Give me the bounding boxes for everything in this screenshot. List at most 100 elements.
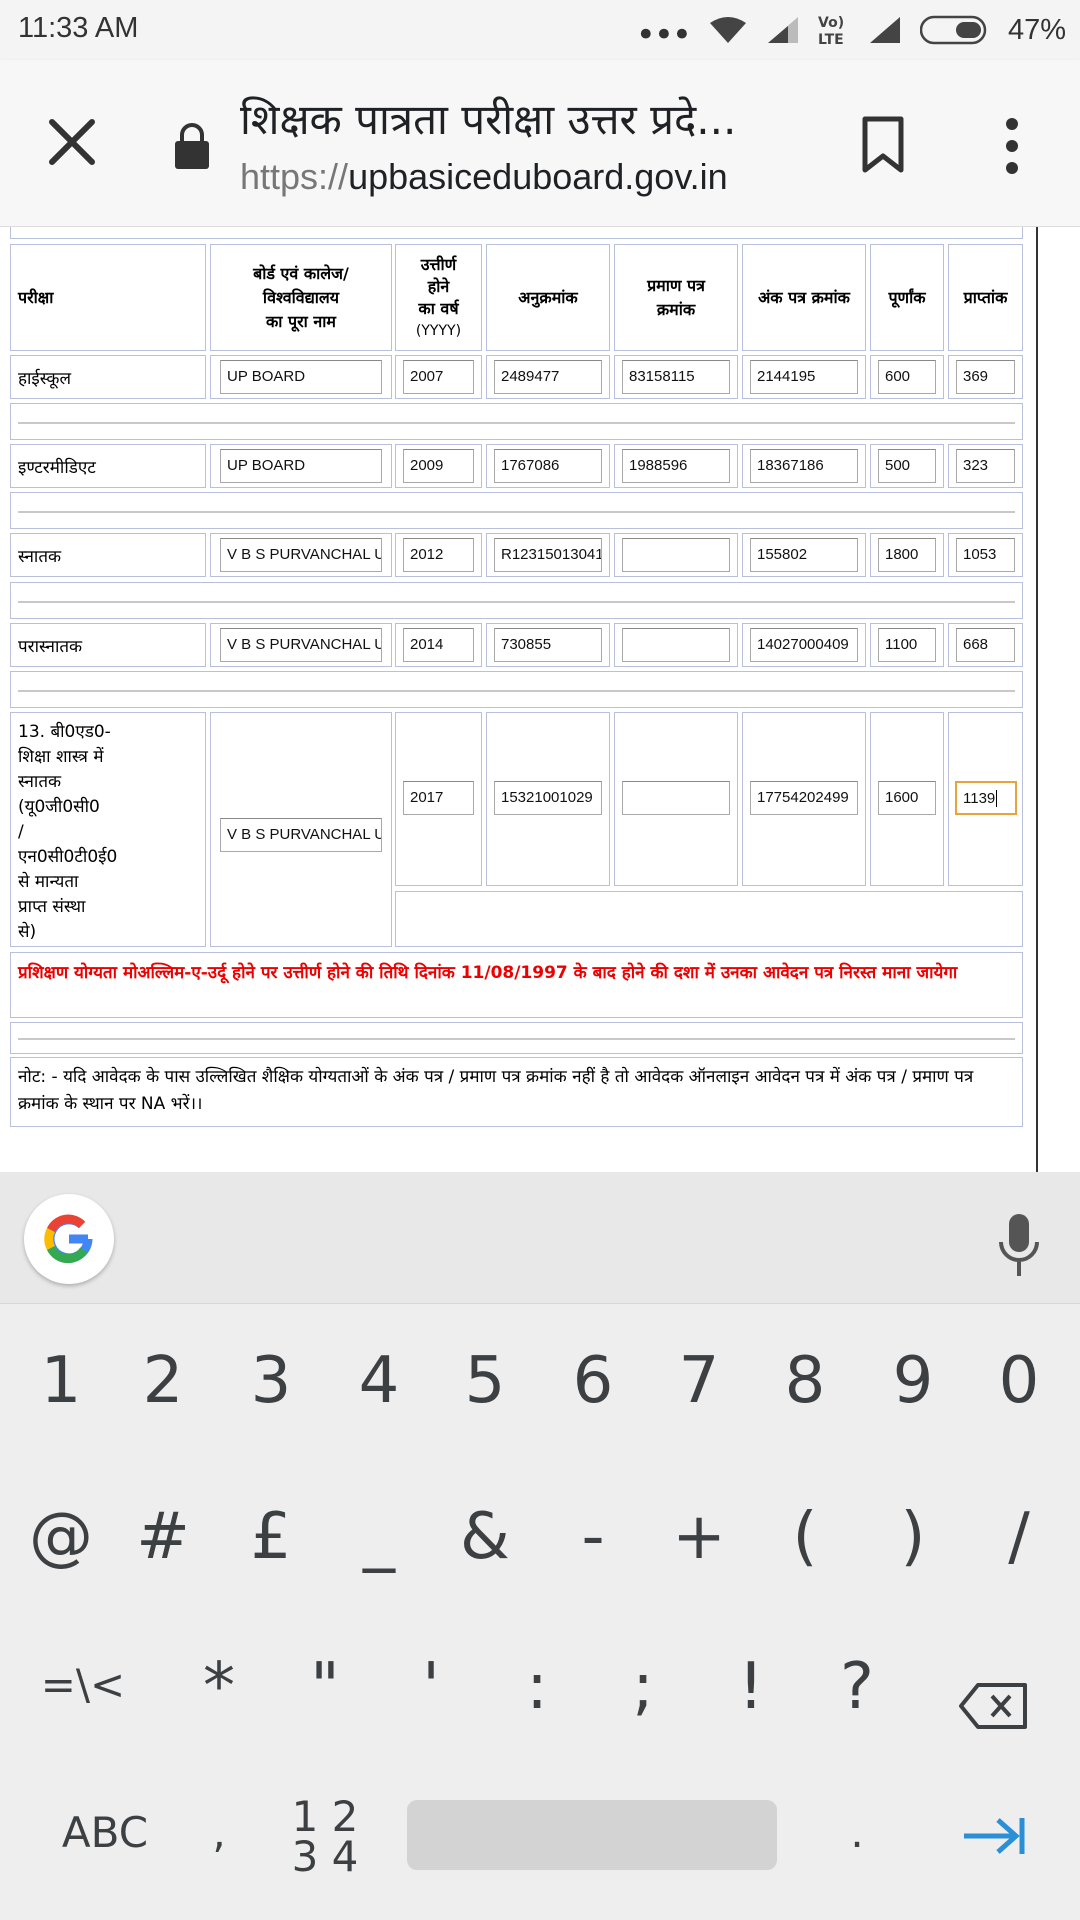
keyboard-suggestion-bar (0, 1172, 1080, 1304)
status-icons: ••• Vo) LTE 47% (636, 10, 1066, 53)
board-cell: UP BOARD (210, 355, 392, 399)
year-input[interactable]: 2014 (403, 628, 474, 662)
total-cell: 600 (870, 355, 944, 399)
key[interactable]: 6 (548, 1344, 638, 1418)
key[interactable]: 7 (654, 1344, 744, 1418)
key[interactable]: 8 (760, 1344, 850, 1418)
bed-cert-input[interactable] (622, 781, 730, 815)
cert-input[interactable] (622, 538, 730, 572)
key[interactable]: ' (386, 1650, 476, 1724)
scroll-edge-line (1036, 227, 1038, 1172)
key[interactable]: ! (706, 1650, 796, 1724)
key[interactable]: @ (16, 1500, 106, 1574)
backspace-icon[interactable] (958, 1682, 1030, 1730)
abc-key[interactable]: ABC (40, 1808, 170, 1857)
marksheet-input[interactable]: 155802 (750, 538, 858, 572)
marksheet-cell: 155802 (742, 533, 866, 577)
space-key[interactable] (407, 1800, 777, 1870)
key[interactable]: _ (334, 1500, 424, 1574)
bed-marksheet-input[interactable]: 17754202499 (750, 781, 858, 815)
period-key[interactable]: . (812, 1808, 902, 1857)
bed-year-input[interactable]: 2017 (403, 781, 474, 815)
key[interactable]: ( (760, 1500, 850, 1574)
bed-total-cell: 1600 (870, 712, 944, 886)
key[interactable]: 0 (974, 1344, 1064, 1418)
board-input[interactable]: UP BOARD (220, 449, 382, 483)
cert-input[interactable]: 1988596 (622, 449, 730, 483)
marksheet-input[interactable]: 18367186 (750, 449, 858, 483)
key[interactable]: * (174, 1650, 264, 1724)
close-icon[interactable] (44, 114, 100, 170)
roll-input[interactable]: 2489477 (494, 360, 602, 394)
google-button[interactable] (24, 1194, 114, 1284)
key[interactable]: 5 (440, 1344, 530, 1418)
numpad-key-line2[interactable]: 3 4 (280, 1832, 370, 1881)
key[interactable]: =\< (38, 1660, 128, 1709)
total-input[interactable]: 500 (878, 449, 936, 483)
obtained-input[interactable]: 668 (956, 628, 1015, 662)
bed-label-line: शिक्षा शास्त्र में (18, 747, 104, 767)
total-input[interactable]: 600 (878, 360, 936, 394)
obtained-input[interactable]: 1053 (956, 538, 1015, 572)
roll-input[interactable]: 1767086 (494, 449, 602, 483)
bed-cert-cell (614, 712, 738, 886)
key[interactable]: 9 (868, 1344, 958, 1418)
lock-icon[interactable] (173, 122, 211, 170)
key[interactable]: & (440, 1500, 530, 1574)
key[interactable]: : (492, 1650, 582, 1724)
key[interactable]: ) (868, 1500, 958, 1574)
volte-icon: Vo) LTE (818, 15, 844, 47)
total-input[interactable]: 1100 (878, 628, 936, 662)
bed-label: 13. बी0एड0- शिक्षा शास्त्र में स्नातक (य… (10, 712, 206, 947)
cert-cell: 1988596 (614, 444, 738, 488)
bed-roll-input[interactable]: 15321001029 (494, 781, 602, 815)
row-separator (10, 582, 1023, 619)
url-bar[interactable]: https://upbasiceduboard.gov.in (240, 156, 728, 198)
key[interactable]: + (654, 1500, 744, 1574)
comma-key[interactable]: , (174, 1808, 264, 1857)
obtained-cell: 323 (948, 444, 1023, 488)
total-input[interactable]: 1800 (878, 538, 936, 572)
key[interactable]: 4 (334, 1344, 424, 1418)
header-total: पूर्णांक (870, 244, 944, 351)
marksheet-cell: 14027000409 (742, 623, 866, 667)
microphone-icon[interactable] (996, 1212, 1042, 1278)
year-input[interactable]: 2012 (403, 538, 474, 572)
roll-input[interactable]: 730855 (494, 628, 602, 662)
bed-label-line: प्राप्त संस्था (18, 897, 86, 917)
bed-label-line: (यू0जी0सी0 (18, 797, 100, 817)
roll-cell: R123150130412 (486, 533, 610, 577)
marksheet-input[interactable]: 14027000409 (750, 628, 858, 662)
enter-icon[interactable] (960, 1812, 1026, 1860)
cert-input[interactable] (622, 628, 730, 662)
key[interactable]: ; (598, 1650, 688, 1724)
roll-input[interactable]: R123150130412 (494, 538, 602, 572)
bed-year-cell: 2017 (395, 712, 482, 886)
key[interactable]: / (974, 1500, 1064, 1574)
board-input[interactable]: UP BOARD (220, 360, 382, 394)
bookmark-icon[interactable] (862, 116, 904, 174)
year-input[interactable]: 2009 (403, 449, 474, 483)
obtained-input[interactable]: 369 (956, 360, 1015, 394)
more-options-icon[interactable] (1000, 116, 1024, 176)
board-input[interactable]: V B S PURVANCHAL UN (220, 538, 382, 572)
bed-obtained-input[interactable]: 1139 (955, 781, 1017, 815)
board-input[interactable]: V B S PURVANCHAL UN (220, 628, 382, 662)
key[interactable]: ? (812, 1650, 902, 1724)
bed-board-input[interactable]: V B S PURVANCHAL UN (220, 818, 382, 852)
cert-input[interactable]: 83158115 (622, 360, 730, 394)
obtained-input[interactable]: 323 (956, 449, 1015, 483)
key[interactable]: £ (226, 1500, 316, 1574)
header-board-line2: विश्वविद्यालय (262, 287, 340, 307)
key[interactable]: " (280, 1650, 370, 1724)
marksheet-input[interactable]: 2144195 (750, 360, 858, 394)
key[interactable]: 1 (16, 1344, 106, 1418)
obtained-cell: 1053 (948, 533, 1023, 577)
year-input[interactable]: 2007 (403, 360, 474, 394)
key[interactable]: 3 (226, 1344, 316, 1418)
bed-total-input[interactable]: 1600 (878, 781, 936, 815)
key[interactable]: - (548, 1500, 638, 1574)
key[interactable]: # (118, 1500, 208, 1574)
key[interactable]: 2 (118, 1344, 208, 1418)
cert-cell (614, 623, 738, 667)
